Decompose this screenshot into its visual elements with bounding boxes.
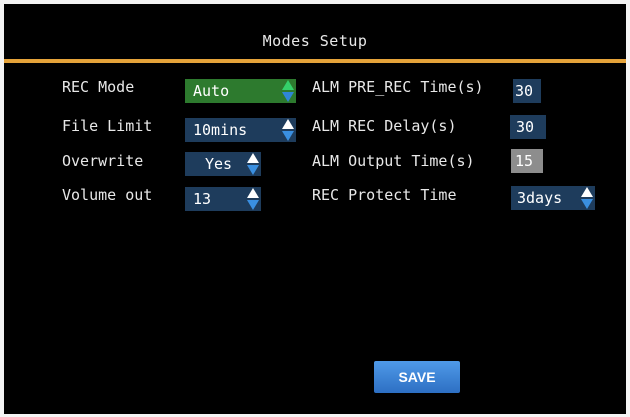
file-limit-spinner-icon[interactable] xyxy=(282,119,295,141)
alm-output-time-value: 15 xyxy=(515,152,534,170)
volume-out-label: Volume out xyxy=(62,186,153,204)
file-limit-value: 10mins xyxy=(193,121,248,139)
alm-pre-rec-input[interactable]: 30 xyxy=(513,79,541,103)
rec-protect-spinner-icon[interactable] xyxy=(581,187,594,209)
header-divider xyxy=(4,59,626,63)
alm-output-time-label: ALM Output Time(s) xyxy=(312,152,475,170)
alm-pre-rec-label: ALM PRE_REC Time(s) xyxy=(312,78,484,96)
alm-output-time-input[interactable]: 15 xyxy=(511,149,543,173)
alm-rec-delay-input[interactable]: 30 xyxy=(510,115,546,139)
alm-rec-delay-label: ALM REC Delay(s) xyxy=(312,117,457,135)
overwrite-value: Yes xyxy=(205,155,233,173)
rec-protect-time-select[interactable]: 3days xyxy=(511,186,595,210)
alm-rec-delay-value: 30 xyxy=(516,118,535,136)
volume-out-select[interactable]: 13 xyxy=(185,187,261,211)
volume-out-spinner-icon[interactable] xyxy=(247,188,260,210)
overwrite-spinner-icon[interactable] xyxy=(247,153,260,175)
file-limit-select[interactable]: 10mins xyxy=(185,118,296,142)
file-limit-label: File Limit xyxy=(62,117,153,135)
rec-protect-time-value: 3days xyxy=(517,189,563,207)
rec-protect-time-label: REC Protect Time xyxy=(312,186,457,204)
save-button[interactable]: SAVE xyxy=(374,361,460,393)
overwrite-label: Overwrite xyxy=(62,152,144,170)
rec-mode-spinner-icon[interactable] xyxy=(282,80,295,102)
rec-mode-label: REC Mode xyxy=(62,78,135,96)
alm-pre-rec-value: 30 xyxy=(515,82,534,100)
rec-mode-select[interactable]: Auto xyxy=(185,79,296,103)
overwrite-select[interactable]: Yes xyxy=(185,152,261,176)
page-title: Modes Setup xyxy=(262,32,368,50)
volume-out-value: 13 xyxy=(193,190,212,208)
rec-mode-value: Auto xyxy=(193,82,230,100)
modes-setup-screen: Modes Setup REC Mode Auto File Limit 10m… xyxy=(4,4,626,414)
